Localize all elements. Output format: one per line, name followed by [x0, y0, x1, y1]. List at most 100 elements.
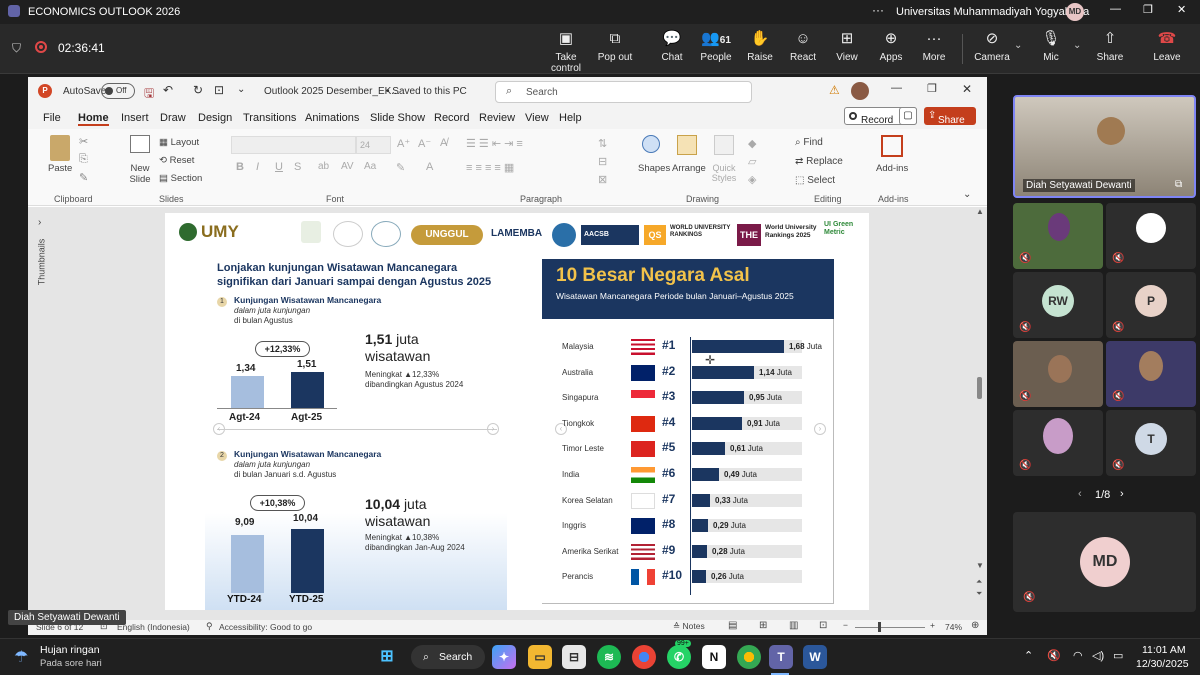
copilot-icon[interactable]: ✦	[492, 645, 516, 669]
shapes-icon[interactable]	[642, 135, 660, 153]
menu-animations[interactable]: Animations	[305, 112, 359, 124]
comments-icon[interactable]: ▢	[899, 107, 917, 125]
wifi-icon[interactable]: ◠	[1073, 649, 1083, 662]
menu-insert[interactable]: Insert	[121, 112, 149, 124]
reset-button[interactable]: ⟲ Reset	[159, 155, 194, 166]
more-options-icon[interactable]: ···	[872, 3, 884, 17]
ppt-restore-icon[interactable]: ❐	[927, 82, 937, 95]
page-prev-icon[interactable]: ‹	[1078, 488, 1082, 500]
shape-effects-icon[interactable]: ◈	[748, 173, 756, 186]
scroll-thumb[interactable]	[977, 377, 982, 399]
notion-icon[interactable]: N	[702, 645, 726, 669]
copy-icon[interactable]: ⎘	[79, 153, 88, 166]
paste-label[interactable]: Paste	[48, 163, 72, 174]
whatsapp-icon[interactable]: ✆	[667, 645, 691, 669]
share-ppt-button[interactable]: ⇪ Share	[924, 107, 976, 126]
zoom-slider[interactable]	[855, 627, 925, 628]
carousel-prev-icon[interactable]: ‹	[213, 423, 225, 435]
chrome-profile-icon[interactable]	[737, 645, 761, 669]
file-explorer-icon[interactable]: ▭	[528, 645, 552, 669]
mic-button[interactable]: 🎙 Mic	[1025, 28, 1077, 72]
ppt-close-icon[interactable]: ✕	[962, 82, 972, 96]
leave-button[interactable]: ☎ Leave	[1141, 28, 1193, 72]
menu-design[interactable]: Design	[198, 112, 232, 124]
underline-icon[interactable]: U	[275, 161, 283, 173]
section-button[interactable]: ▤ Section	[159, 173, 202, 184]
normal-view-icon[interactable]: ▤	[728, 620, 737, 631]
customize-qat-icon[interactable]: ⌄	[237, 84, 245, 95]
font-color-icon[interactable]: A	[426, 161, 433, 173]
featured-speaker-tile[interactable]: Diah Setyawati Dewanti ⧉	[1013, 95, 1196, 198]
participant-tile-2[interactable]: 🔇	[1106, 203, 1196, 269]
highlight-icon[interactable]: ✎	[396, 161, 405, 174]
scroll-down-icon[interactable]: ▼	[976, 561, 984, 570]
take-control-button[interactable]: ▣ Take control	[540, 28, 592, 74]
more-button[interactable]: ··· More	[908, 28, 960, 72]
italic-icon[interactable]: I	[256, 161, 259, 173]
camera-chevron-icon[interactable]: ⌄	[1014, 40, 1022, 51]
vertical-scrollbar[interactable]: ▲ ▼ ⏶ ⏷	[975, 207, 985, 607]
menu-view[interactable]: View	[525, 112, 549, 124]
arrange-icon[interactable]	[677, 135, 697, 155]
menu-transitions[interactable]: Transitions	[243, 112, 296, 124]
spotify-icon[interactable]: ≋	[597, 645, 621, 669]
scroll-up-icon[interactable]: ▲	[976, 207, 984, 216]
minimize-icon[interactable]: —	[1110, 3, 1121, 15]
search-box[interactable]: ⌕ Search	[495, 81, 752, 103]
page-next-icon[interactable]: ›	[1120, 488, 1124, 500]
layout-button[interactable]: ▦ Layout	[159, 137, 199, 148]
maximize-icon[interactable]: ❐	[1143, 3, 1153, 16]
teams-taskbar-icon[interactable]: T	[769, 645, 793, 669]
menu-slide-show[interactable]: Slide Show	[370, 112, 425, 124]
notes-button[interactable]: ≙ Notes	[673, 621, 705, 632]
sorter-view-icon[interactable]: ⊞	[759, 620, 767, 631]
tray-chevron-icon[interactable]: ⌃	[1024, 649, 1033, 662]
align-icons[interactable]: ≡ ≡ ≡ ≡ ▦	[466, 161, 514, 174]
participant-tile-p[interactable]: P 🔇	[1106, 272, 1196, 338]
participant-tile-4[interactable]: 🔇	[1106, 341, 1196, 407]
arrange-label[interactable]: Arrange	[672, 163, 706, 174]
clock-date[interactable]: 12/30/2025	[1136, 658, 1189, 670]
weather-text[interactable]: Hujan ringan	[40, 644, 100, 656]
undo-icon[interactable]: ↶	[163, 83, 173, 97]
quick-styles-label[interactable]: Quick Styles	[708, 163, 740, 183]
participant-tile-rw[interactable]: RW 🔇	[1013, 272, 1103, 338]
paste-icon[interactable]	[50, 135, 70, 161]
smartart-icon[interactable]: ⊠	[598, 173, 607, 186]
ranking-next-icon[interactable]: ›	[814, 423, 826, 435]
grow-font-icon[interactable]: A⁺	[397, 137, 410, 150]
shape-outline-icon[interactable]: ▱	[748, 155, 756, 168]
accessibility-icon[interactable]: ⚲	[206, 621, 213, 632]
battery-icon[interactable]: ▭	[1113, 649, 1123, 662]
redo-icon[interactable]: ↻	[193, 83, 203, 97]
ppt-minimize-icon[interactable]: —	[891, 82, 902, 94]
close-icon[interactable]: ✕	[1177, 3, 1186, 16]
participant-tile-5[interactable]: 🔇	[1013, 410, 1103, 476]
menu-review[interactable]: Review	[479, 112, 515, 124]
zoom-out-icon[interactable]: −	[843, 620, 848, 630]
select-button[interactable]: ⬚ Select	[795, 175, 835, 186]
font-size-box[interactable]: 24	[356, 136, 391, 154]
shrink-font-icon[interactable]: A⁻	[418, 137, 431, 150]
collapse-ribbon-icon[interactable]: ⌄	[963, 189, 971, 200]
present-icon[interactable]: ⊡	[214, 83, 224, 97]
warning-icon[interactable]: ⚠	[829, 83, 840, 97]
thumbnails-expand-icon[interactable]: ›	[38, 217, 41, 228]
autosave-toggle[interactable]: Off	[101, 83, 135, 99]
char-spacing-icon[interactable]: ab	[318, 161, 329, 172]
self-view-tile[interactable]: MD 🔇	[1013, 512, 1196, 612]
clear-format-icon[interactable]: A̸	[440, 137, 447, 149]
start-windows-icon[interactable]: ⊞	[375, 645, 399, 669]
menu-home[interactable]: Home	[78, 112, 109, 126]
new-slide-label[interactable]: New Slide	[124, 163, 156, 185]
strike-icon[interactable]: S	[294, 161, 301, 173]
chrome-icon[interactable]	[632, 645, 656, 669]
next-slide-icon[interactable]: ⏷	[976, 589, 982, 599]
shield-icon[interactable]: ⛉	[12, 41, 21, 56]
slideshow-view-icon[interactable]: ⊡	[819, 620, 827, 631]
menu-record[interactable]: Record	[434, 112, 469, 124]
share-button[interactable]: ⇧ Share	[1084, 28, 1136, 72]
word-icon[interactable]: W	[803, 645, 827, 669]
zoom-in-icon[interactable]: +	[930, 620, 935, 630]
text-direction-icon[interactable]: ⇅	[598, 137, 607, 150]
